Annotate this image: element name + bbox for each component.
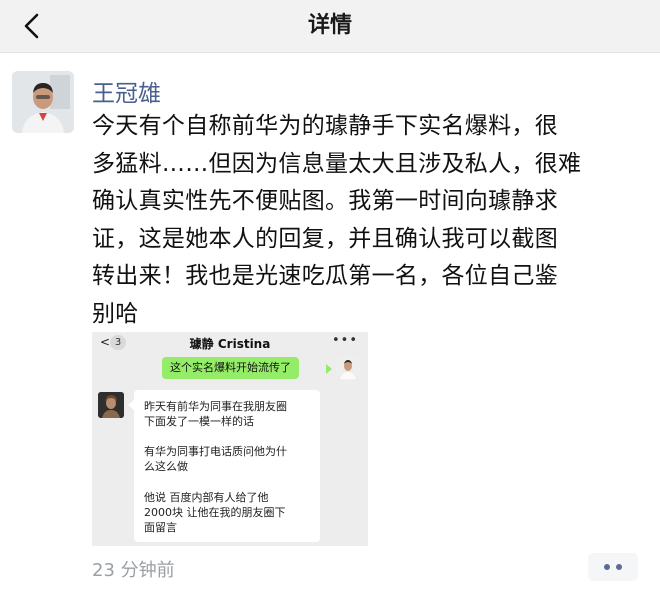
page-title: 详情 [307,13,352,38]
chat-contact-name: 璩静 Cristina [189,337,271,351]
attached-image[interactable]: < 3 璩静 Cristina ••• 这个实名爆料开始流传了 昨天有前华为同事… [92,332,368,546]
more-dots-icon [604,564,610,570]
author-avatar[interactable] [12,71,74,133]
post-timestamp: 23 分钟前 [92,560,175,581]
reply-line: 2000块 让他在我的朋友圈下 [144,506,286,519]
top-nav-bar: 详情 [0,0,660,53]
author-name[interactable]: 王冠雄 [92,74,161,108]
post-line: 多猛料……但因为信息量太大且涉及私人，很难 [92,150,582,177]
post-line: 确认真实性先不便贴图。我第一时间向璩静求 [92,188,558,214]
avatar-photo [12,71,74,133]
reply-line: 下面发了一模一样的话 [144,415,254,428]
post-line: 别哈 [92,300,139,327]
post-body: 今天有个自称前华为的璩静手下实名爆料，很 多猛料……但因为信息量太大且涉及私人，… [92,108,642,333]
chat-header: < 3 璩静 Cristina ••• [92,332,368,354]
post-line: 证，这是她本人的回复，并且确认我可以截图 [92,225,558,252]
more-dots-icon [616,564,622,570]
reply-line: 有华为同事打电话质问他为什 [144,445,287,458]
sender-avatar [336,356,360,380]
reply-line: 面留言 [144,521,177,534]
chat-more-glyph: ••• [331,333,358,348]
reply-line: 么这么做 [144,460,188,473]
sent-message-bubble: 这个实名爆料开始流传了 [162,357,299,379]
post-line: 转出来！我也是光速吃瓜第一名，各位自己鉴 [92,263,558,289]
bubble-tail [326,364,332,374]
reply-line: 昨天有前华为同事在我朋友圈 [144,400,287,413]
reply-line: 他说 百度内部有人给了他 [144,491,269,504]
reply-avatar [98,392,124,418]
divider [0,53,660,67]
more-actions-button[interactable] [588,553,638,581]
post-line: 今天有个自称前华为的璩静手下实名爆料，很 [92,113,558,139]
